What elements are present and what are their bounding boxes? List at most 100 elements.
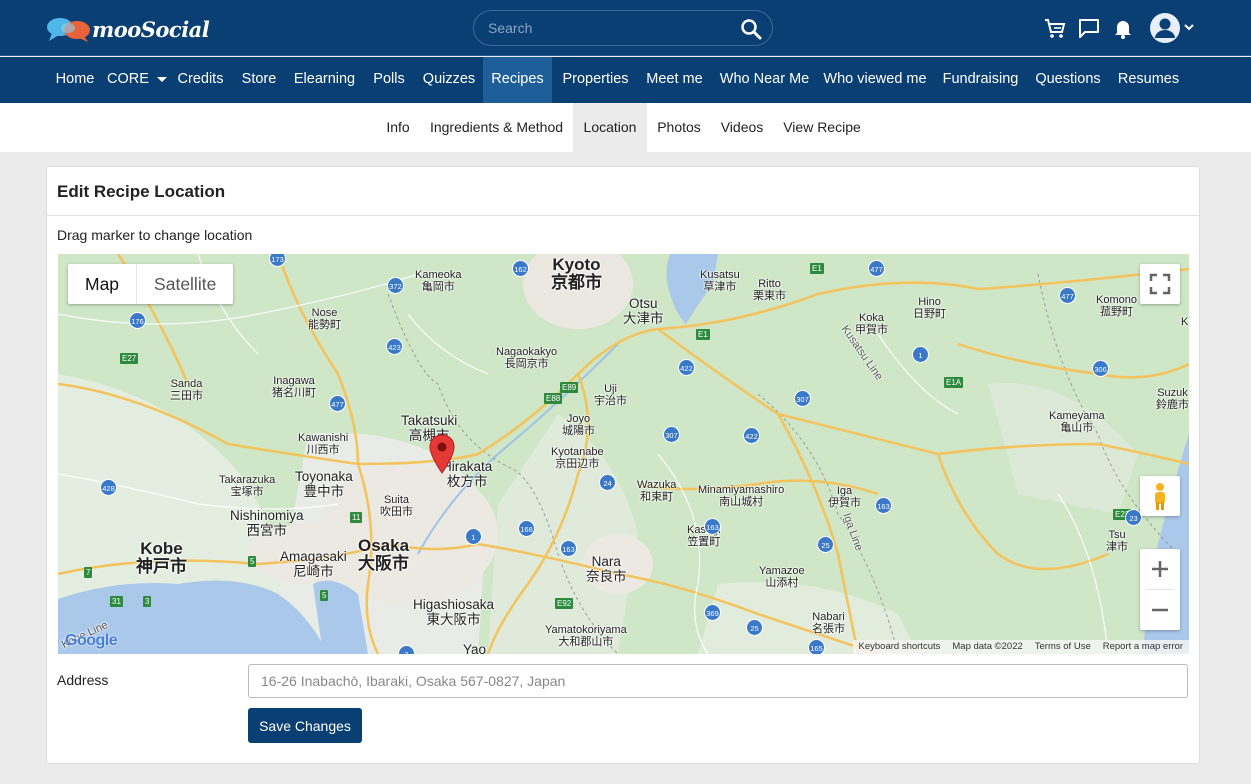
- place-joyo: Joyo 城陽市: [562, 413, 595, 437]
- save-changes-button[interactable]: Save Changes: [248, 708, 362, 743]
- tab-info[interactable]: Info: [378, 103, 418, 152]
- nav-polls[interactable]: Polls: [364, 57, 414, 103]
- nav-questions[interactable]: Questions: [1028, 57, 1108, 103]
- recipe-subtabs: Info Ingredients & Method Location Photo…: [0, 103, 1251, 152]
- route-162: 162: [512, 260, 529, 277]
- address-label: Address: [57, 672, 109, 688]
- kawanishi-label-jp: 川西市: [306, 444, 340, 456]
- nav-core-label: CORE: [107, 71, 149, 87]
- route-477b: 477: [1059, 287, 1076, 304]
- nav-core[interactable]: CORE: [104, 57, 170, 103]
- nav-who-viewed-me[interactable]: Who viewed me: [818, 57, 932, 103]
- route-165: 165: [808, 639, 825, 654]
- route-1a: 1: [912, 346, 929, 363]
- place-amagasaki: Amagasaki 尼崎市: [280, 549, 347, 579]
- zoom-out-button[interactable]: [1140, 590, 1180, 630]
- drag-marker-hint: Drag marker to change location: [57, 227, 253, 243]
- terms-of-use-link[interactable]: Terms of Use: [1029, 640, 1097, 654]
- place-nishinomiya: Nishinomiya 西宮市: [230, 508, 304, 538]
- location-map[interactable]: Kyoto 京都市 Otsu 大津市 Kameoka 亀岡市 Kusatsu 草…: [58, 254, 1189, 654]
- sanda-label-en: Sanda: [170, 378, 203, 390]
- nav-recipes[interactable]: Recipes: [483, 57, 552, 103]
- map-attribution: Keyboard shortcuts Map data ©2022 Terms …: [852, 640, 1189, 654]
- toyonaka-label-jp: 豊中市: [303, 484, 345, 499]
- nav-who-near-me[interactable]: Who Near Me: [713, 57, 816, 103]
- nav-resumes[interactable]: Resumes: [1111, 57, 1186, 103]
- place-suita: Suita 吹田市: [380, 494, 413, 518]
- map-type-map-button[interactable]: Map: [68, 264, 138, 304]
- bell-icon[interactable]: [1111, 16, 1135, 40]
- tab-location[interactable]: Location: [573, 103, 647, 152]
- place-takarazuka: Takarazuka 宝塚市: [219, 474, 275, 498]
- brand-logo[interactable]: mooSocial: [46, 14, 210, 44]
- user-avatar-menu[interactable]: [1149, 12, 1197, 44]
- nav-elearning[interactable]: Elearning: [287, 57, 362, 103]
- minamiyamashiro-label-en: Minamiyamashiro: [698, 484, 785, 496]
- uji-label-jp: 宇治市: [594, 395, 627, 407]
- report-map-error-link[interactable]: Report a map error: [1097, 640, 1189, 654]
- place-hino: Hino 日野町: [913, 296, 946, 320]
- messages-icon[interactable]: [1077, 16, 1101, 40]
- route-7: 7: [84, 567, 93, 578]
- route-e88: E88: [544, 393, 563, 404]
- google-logo[interactable]: Google: [65, 632, 118, 650]
- tab-photos[interactable]: Photos: [650, 103, 708, 152]
- nav-fundraising[interactable]: Fundraising: [935, 57, 1026, 103]
- place-otsu: Otsu 大津市: [623, 296, 664, 326]
- place-kusatsu: Kusatsu 草津市: [700, 269, 740, 293]
- route-369: 369: [704, 604, 721, 621]
- route-163c: 163: [704, 518, 721, 535]
- takatsuki-label-en: Takatsuki: [401, 413, 458, 428]
- route-e1a-2: E1A: [944, 377, 964, 388]
- joyo-label-jp: 城陽市: [562, 425, 595, 437]
- zoom-in-button[interactable]: [1140, 549, 1180, 589]
- kameoka-label-en: Kameoka: [415, 269, 462, 281]
- keyboard-shortcuts-link[interactable]: Keyboard shortcuts: [853, 640, 947, 654]
- route-11: 11: [350, 512, 363, 523]
- uji-label-en: Uji: [604, 383, 617, 395]
- tab-view-recipe[interactable]: View Recipe: [777, 103, 867, 152]
- route-372: 372: [387, 277, 404, 294]
- kameyama-label-jp: 亀山市: [1060, 422, 1094, 434]
- card-header: Edit Recipe Location: [47, 167, 1199, 216]
- nav-home[interactable]: Home: [46, 57, 104, 103]
- iga-label-jp: 伊賀市: [828, 497, 861, 509]
- location-pin-marker[interactable]: [429, 434, 455, 474]
- takarazuka-label-jp: 宝塚市: [230, 486, 264, 498]
- place-yamatokoriyama: Yamatokoriyama 大和郡山市: [545, 624, 627, 648]
- osaka-label-jp: 大阪市: [358, 554, 410, 573]
- map-type-satellite-button[interactable]: Satellite: [137, 264, 233, 304]
- amagasaki-label-en: Amagasaki: [280, 549, 347, 564]
- nav-properties[interactable]: Properties: [554, 57, 637, 103]
- place-tsu: Tsu 津市: [1106, 529, 1128, 553]
- route-e1a: E1: [810, 263, 824, 274]
- search-input[interactable]: [488, 11, 728, 45]
- search-icon[interactable]: [740, 18, 762, 40]
- street-view-pegman-button[interactable]: [1140, 476, 1180, 516]
- nav-credits[interactable]: Credits: [170, 57, 231, 103]
- place-yao: Yao: [463, 642, 487, 654]
- nav-store[interactable]: Store: [234, 57, 284, 103]
- nose-label-en: Nose: [311, 307, 338, 319]
- place-minamiyamashiro: Minamiyamashiro 南山城村: [698, 484, 784, 508]
- tab-ingredients-method[interactable]: Ingredients & Method: [423, 103, 570, 152]
- suita-label-jp: 吹田市: [380, 506, 413, 518]
- route-176: 176: [129, 312, 146, 329]
- fullscreen-button[interactable]: [1140, 264, 1180, 304]
- route-477c: 477: [329, 395, 346, 412]
- nav-meet-me[interactable]: Meet me: [639, 57, 710, 103]
- nav-quizzes[interactable]: Quizzes: [416, 57, 482, 103]
- address-input[interactable]: [248, 664, 1188, 698]
- takarazuka-label-en: Takarazuka: [219, 474, 276, 486]
- joyo-label-en: Joyo: [566, 413, 591, 425]
- koka-label-jp: 甲賀市: [855, 324, 888, 336]
- place-edge-ko: Ko: [1181, 316, 1189, 328]
- route-1b: 1: [465, 528, 482, 545]
- route-422b: 422: [743, 427, 760, 444]
- higashiosaka-label-jp: 東大阪市: [426, 612, 481, 627]
- place-ritto: Ritto 栗東市: [753, 278, 786, 302]
- hino-label-en: Hino: [918, 296, 941, 308]
- tab-videos[interactable]: Videos: [713, 103, 771, 152]
- cart-icon[interactable]: [1043, 16, 1067, 40]
- edit-location-card: Edit Recipe Location Drag marker to chan…: [46, 166, 1200, 764]
